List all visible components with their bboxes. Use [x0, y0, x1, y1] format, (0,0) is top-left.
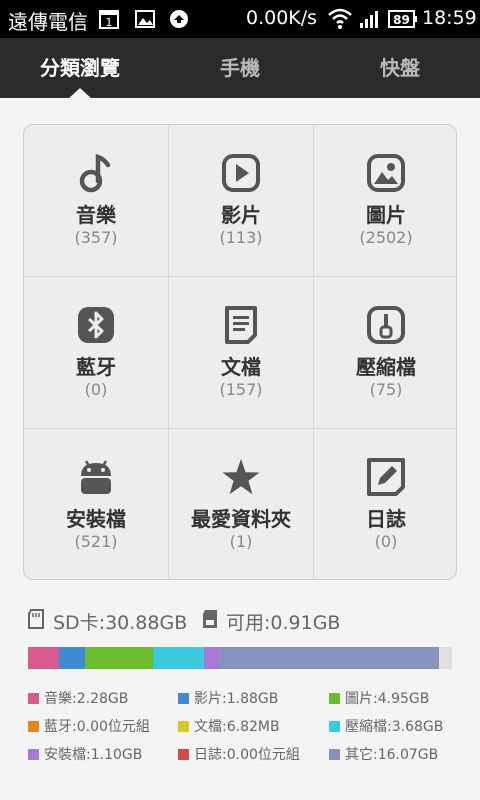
category-document[interactable]: 文檔 (157)	[169, 277, 313, 429]
storage-summary: SD卡:30.88GB 可用:0.91GB	[25, 606, 465, 636]
category-notes[interactable]: 日誌 (0)	[314, 429, 456, 579]
legend-item: 影片:1.88GB	[178, 690, 278, 708]
legend-item: 藍牙:0.00位元組	[28, 718, 150, 736]
android-icon	[81, 460, 111, 494]
category-label: 最愛資料夾	[191, 507, 291, 531]
status-bar: 遠傳電信 1 0.00K/s 89 18:59	[0, 0, 480, 38]
category-bluetooth[interactable]: 藍牙 (0)	[24, 277, 168, 429]
legend-text: 圖片:4.95GB	[345, 691, 430, 707]
image-icon	[367, 154, 405, 192]
legend-text: 日誌:0.00位元組	[194, 747, 300, 763]
signal-icon	[358, 8, 380, 34]
legend-text: 壓縮檔:3.68GB	[345, 719, 444, 735]
tab-kuaipan[interactable]: 快盤	[320, 38, 480, 98]
legend-item: 壓縮檔:3.68GB	[329, 718, 443, 736]
bluetooth-icon	[78, 307, 114, 343]
category-label: 日誌	[366, 507, 406, 531]
legend-swatch	[28, 749, 39, 760]
legend-swatch	[28, 721, 39, 732]
storage-usage-bar	[28, 647, 452, 669]
svg-text:1: 1	[106, 16, 113, 29]
available-storage-icon	[203, 610, 217, 628]
category-count: (0)	[374, 532, 398, 551]
usage-segment	[28, 647, 60, 669]
legend-swatch	[178, 693, 189, 704]
usage-segment	[203, 647, 219, 669]
star-icon	[222, 459, 260, 495]
category-count: (1)	[229, 532, 253, 551]
category-label: 藍牙	[76, 355, 116, 379]
network-speed: 0.00K/s	[246, 7, 318, 29]
battery-level: 89	[393, 13, 410, 27]
category-count: (0)	[84, 380, 108, 399]
category-label: 影片	[221, 203, 261, 227]
category-music[interactable]: 音樂 (357)	[24, 125, 168, 277]
legend-text: 其它:16.07GB	[345, 747, 439, 763]
tab-phone[interactable]: 手機	[160, 38, 320, 98]
upload-notification-icon	[168, 8, 190, 34]
archive-icon	[367, 306, 405, 344]
category-count: (113)	[219, 228, 263, 247]
category-count: (357)	[74, 228, 118, 247]
category-apk[interactable]: 安裝檔 (521)	[24, 429, 168, 579]
category-video[interactable]: 影片 (113)	[169, 125, 313, 277]
active-tab-pointer	[68, 88, 92, 99]
legend-item: 其它:16.07GB	[329, 746, 438, 764]
legend-text: 影片:1.88GB	[194, 691, 279, 707]
category-label: 圖片	[366, 203, 406, 227]
wifi-icon	[328, 8, 352, 34]
category-count: (2502)	[359, 228, 413, 247]
category-label: 壓縮檔	[356, 355, 416, 379]
legend-swatch	[178, 749, 189, 760]
notes-icon	[367, 458, 405, 496]
category-count: (521)	[74, 532, 118, 551]
legend-text: 藍牙:0.00位元組	[44, 719, 150, 735]
legend-text: 文檔:6.82MB	[194, 719, 280, 735]
legend-swatch	[178, 721, 189, 732]
category-count: (75)	[369, 380, 403, 399]
document-icon	[225, 306, 257, 344]
category-label: 安裝檔	[66, 507, 126, 531]
sd-card-capacity: SD卡:30.88GB	[53, 612, 188, 634]
gallery-notification-icon	[134, 8, 156, 34]
music-icon	[79, 153, 111, 193]
category-label: 文檔	[221, 355, 261, 379]
sd-card-icon	[28, 609, 44, 629]
category-favorites[interactable]: 最愛資料夾 (1)	[169, 429, 313, 579]
legend-swatch	[329, 721, 340, 732]
legend-swatch	[329, 693, 340, 704]
category-archive[interactable]: 壓縮檔 (75)	[314, 277, 456, 429]
category-grid: 音樂 (357) 影片 (113) 圖片 (2502) 藍牙 (0) 文檔 (1…	[23, 124, 457, 580]
category-image[interactable]: 圖片 (2502)	[314, 125, 456, 277]
carrier-name: 遠傳電信	[8, 10, 88, 34]
usage-segment	[59, 647, 86, 669]
calendar-notification-icon: 1	[98, 8, 120, 34]
usage-segment	[153, 647, 204, 669]
available-storage: 可用:0.91GB	[226, 612, 341, 634]
category-count: (157)	[219, 380, 263, 399]
category-label: 音樂	[76, 203, 116, 227]
usage-segment	[439, 647, 452, 669]
legend-item: 安裝檔:1.10GB	[28, 746, 142, 764]
usage-segment	[85, 647, 154, 669]
legend-item: 文檔:6.82MB	[178, 718, 280, 736]
legend-swatch	[28, 693, 39, 704]
legend-text: 音樂:2.28GB	[44, 691, 129, 707]
video-icon	[222, 154, 260, 192]
battery-icon: 89	[388, 9, 418, 33]
legend-item: 圖片:4.95GB	[329, 690, 429, 708]
clock: 18:59	[422, 7, 477, 29]
legend-swatch	[329, 749, 340, 760]
usage-segment	[218, 647, 440, 669]
legend-item: 日誌:0.00位元組	[178, 746, 300, 764]
legend-item: 音樂:2.28GB	[28, 690, 128, 708]
legend-text: 安裝檔:1.10GB	[44, 747, 143, 763]
